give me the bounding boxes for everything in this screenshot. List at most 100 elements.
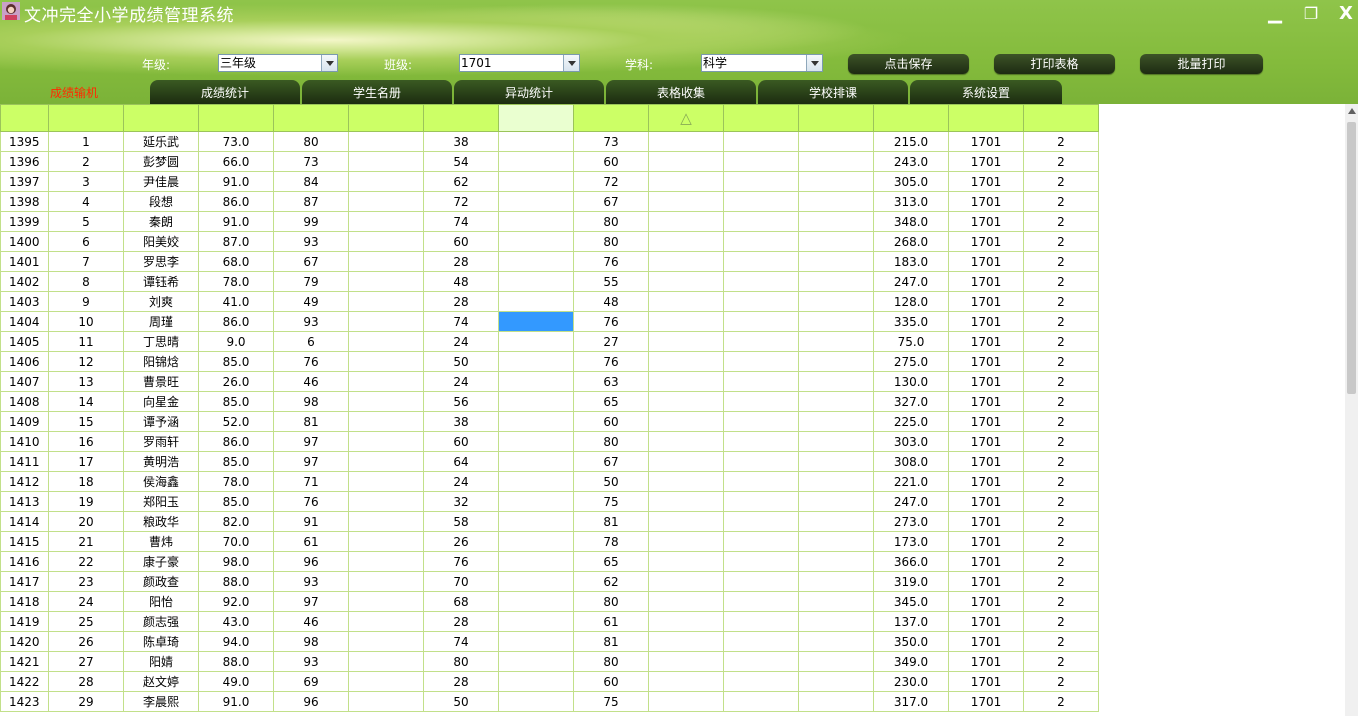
table-cell[interactable]: 2 [1023,591,1099,612]
table-cell[interactable]: 丁思晴 [123,331,199,352]
table-cell[interactable]: 94.0 [198,631,274,652]
table-cell[interactable]: 24 [423,371,499,392]
table-cell[interactable] [798,511,874,532]
table-cell[interactable]: 74 [423,311,499,332]
table-cell[interactable]: 2 [1023,651,1099,672]
table-cell[interactable]: 1701 [948,331,1024,352]
table-cell[interactable]: 罗思李 [123,251,199,272]
table-cell[interactable]: 2 [1023,671,1099,692]
table-cell[interactable] [648,131,724,152]
table-cell[interactable] [798,531,874,552]
table-cell[interactable]: 93 [273,651,349,672]
table-cell[interactable] [648,191,724,212]
table-cell[interactable]: 1701 [948,631,1024,652]
table-cell[interactable]: 348.0 [873,211,949,232]
table-cell[interactable]: 91.0 [198,211,274,232]
table-cell[interactable]: 61 [573,611,649,632]
table-cell[interactable] [498,591,574,612]
table-cell[interactable] [723,451,799,472]
tab-system-settings[interactable]: 系统设置 [910,80,1062,104]
table-cell[interactable]: 72 [423,191,499,212]
table-cell[interactable]: 61 [273,531,349,552]
tab-form-collection[interactable]: 表格收集 [606,80,756,104]
table-cell[interactable]: 46 [273,371,349,392]
table-cell[interactable]: 70 [423,571,499,592]
table-cell[interactable]: 54 [423,151,499,172]
table-cell[interactable] [348,571,424,592]
table-cell[interactable]: 2 [1023,571,1099,592]
table-cell[interactable]: 20 [48,511,124,532]
table-cell[interactable]: 1411 [0,451,49,472]
table-cell[interactable]: 22 [48,551,124,572]
table-cell[interactable]: 88.0 [198,651,274,672]
table-cell[interactable]: 41.0 [198,291,274,312]
table-cell[interactable] [498,411,574,432]
table-cell[interactable] [723,431,799,452]
table-cell[interactable]: 1701 [948,411,1024,432]
table-cell[interactable]: 24 [423,471,499,492]
table-cell[interactable] [798,411,874,432]
table-cell[interactable] [348,291,424,312]
table-cell[interactable] [498,191,574,212]
table-cell[interactable] [723,191,799,212]
column-header[interactable] [498,104,574,132]
table-cell[interactable] [348,691,424,712]
table-cell[interactable]: 67 [273,251,349,272]
table-cell[interactable]: 1402 [0,271,49,292]
sort-ascending-icon[interactable]: △ [680,109,692,127]
table-row[interactable]: 1396 2 彭梦圆 66.0 73 54 60 243.0 1701 2 [0,151,1099,172]
vertical-scrollbar[interactable] [1345,104,1358,716]
table-cell[interactable]: 2 [1023,631,1099,652]
table-cell[interactable]: 76 [423,551,499,572]
table-cell[interactable] [348,231,424,252]
table-cell[interactable]: 24 [48,591,124,612]
table-cell[interactable]: 2 [1023,151,1099,172]
table-cell[interactable]: 粮政华 [123,511,199,532]
table-cell[interactable]: 罗雨轩 [123,431,199,452]
table-cell[interactable]: 76 [573,351,649,372]
table-cell[interactable]: 60 [573,411,649,432]
table-cell[interactable]: 66.0 [198,151,274,172]
table-cell[interactable] [723,531,799,552]
table-cell[interactable] [498,671,574,692]
table-cell[interactable] [798,591,874,612]
table-cell[interactable] [798,191,874,212]
table-cell[interactable]: 97 [273,431,349,452]
table-cell[interactable]: 颜志强 [123,611,199,632]
tab-school-schedule[interactable]: 学校排课 [758,80,908,104]
table-cell[interactable] [648,151,724,172]
table-cell[interactable] [648,211,724,232]
table-cell[interactable] [498,131,574,152]
table-cell[interactable]: 2 [1023,471,1099,492]
table-cell[interactable]: 2 [1023,351,1099,372]
table-cell[interactable] [798,691,874,712]
table-cell[interactable]: 3 [48,171,124,192]
table-cell[interactable]: 陈卓琦 [123,631,199,652]
table-cell[interactable]: 1406 [0,351,49,372]
table-cell[interactable]: 313.0 [873,191,949,212]
table-cell[interactable] [348,651,424,672]
table-row[interactable]: 1399 5 秦朗 91.0 99 74 80 348.0 1701 2 [0,211,1099,232]
table-cell[interactable]: 46 [273,611,349,632]
table-cell[interactable]: 60 [423,231,499,252]
table-cell[interactable] [648,471,724,492]
table-cell[interactable] [798,571,874,592]
table-cell[interactable] [498,531,574,552]
table-cell[interactable]: 1419 [0,611,49,632]
table-cell[interactable]: 2 [1023,291,1099,312]
table-cell[interactable] [648,331,724,352]
table-cell[interactable] [498,391,574,412]
table-cell[interactable]: 183.0 [873,251,949,272]
table-cell[interactable]: 2 [1023,451,1099,472]
table-cell[interactable]: 2 [1023,191,1099,212]
table-row[interactable]: 1418 24 阳怡 92.0 97 68 80 345.0 1701 2 [0,591,1099,612]
table-row[interactable]: 1397 3 尹佳晨 91.0 84 62 72 305.0 1701 2 [0,171,1099,192]
table-cell[interactable]: 16 [48,431,124,452]
table-cell[interactable] [498,571,574,592]
table-cell[interactable] [723,291,799,312]
table-cell[interactable] [798,311,874,332]
table-row[interactable]: 1419 25 颜志强 43.0 46 28 61 137.0 1701 2 [0,611,1099,632]
table-cell[interactable] [723,611,799,632]
table-cell[interactable] [648,571,724,592]
table-cell[interactable]: 80 [573,651,649,672]
